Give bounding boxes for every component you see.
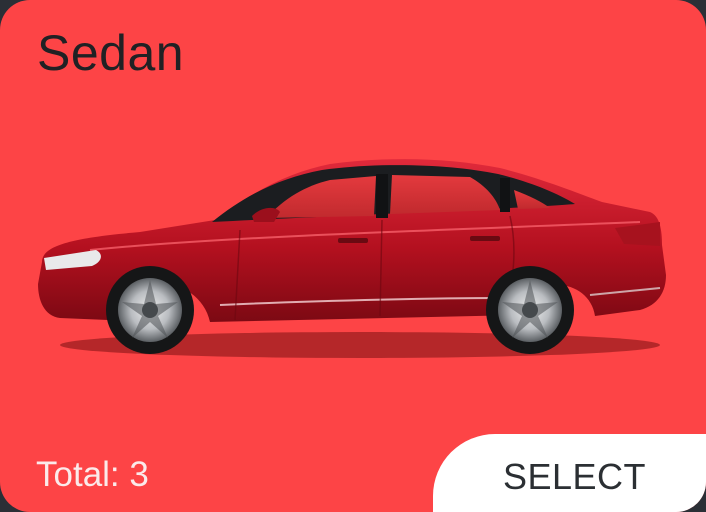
category-title: Sedan [37, 25, 185, 81]
select-button-label: SELECT [503, 456, 647, 497]
select-button[interactable]: SELECT [433, 434, 706, 512]
vehicle-category-card[interactable]: Sedan Total: 3 SELECT [0, 0, 706, 512]
vehicle-total-count: Total: 3 [36, 455, 149, 494]
red-sedan-car-image [38, 159, 666, 358]
